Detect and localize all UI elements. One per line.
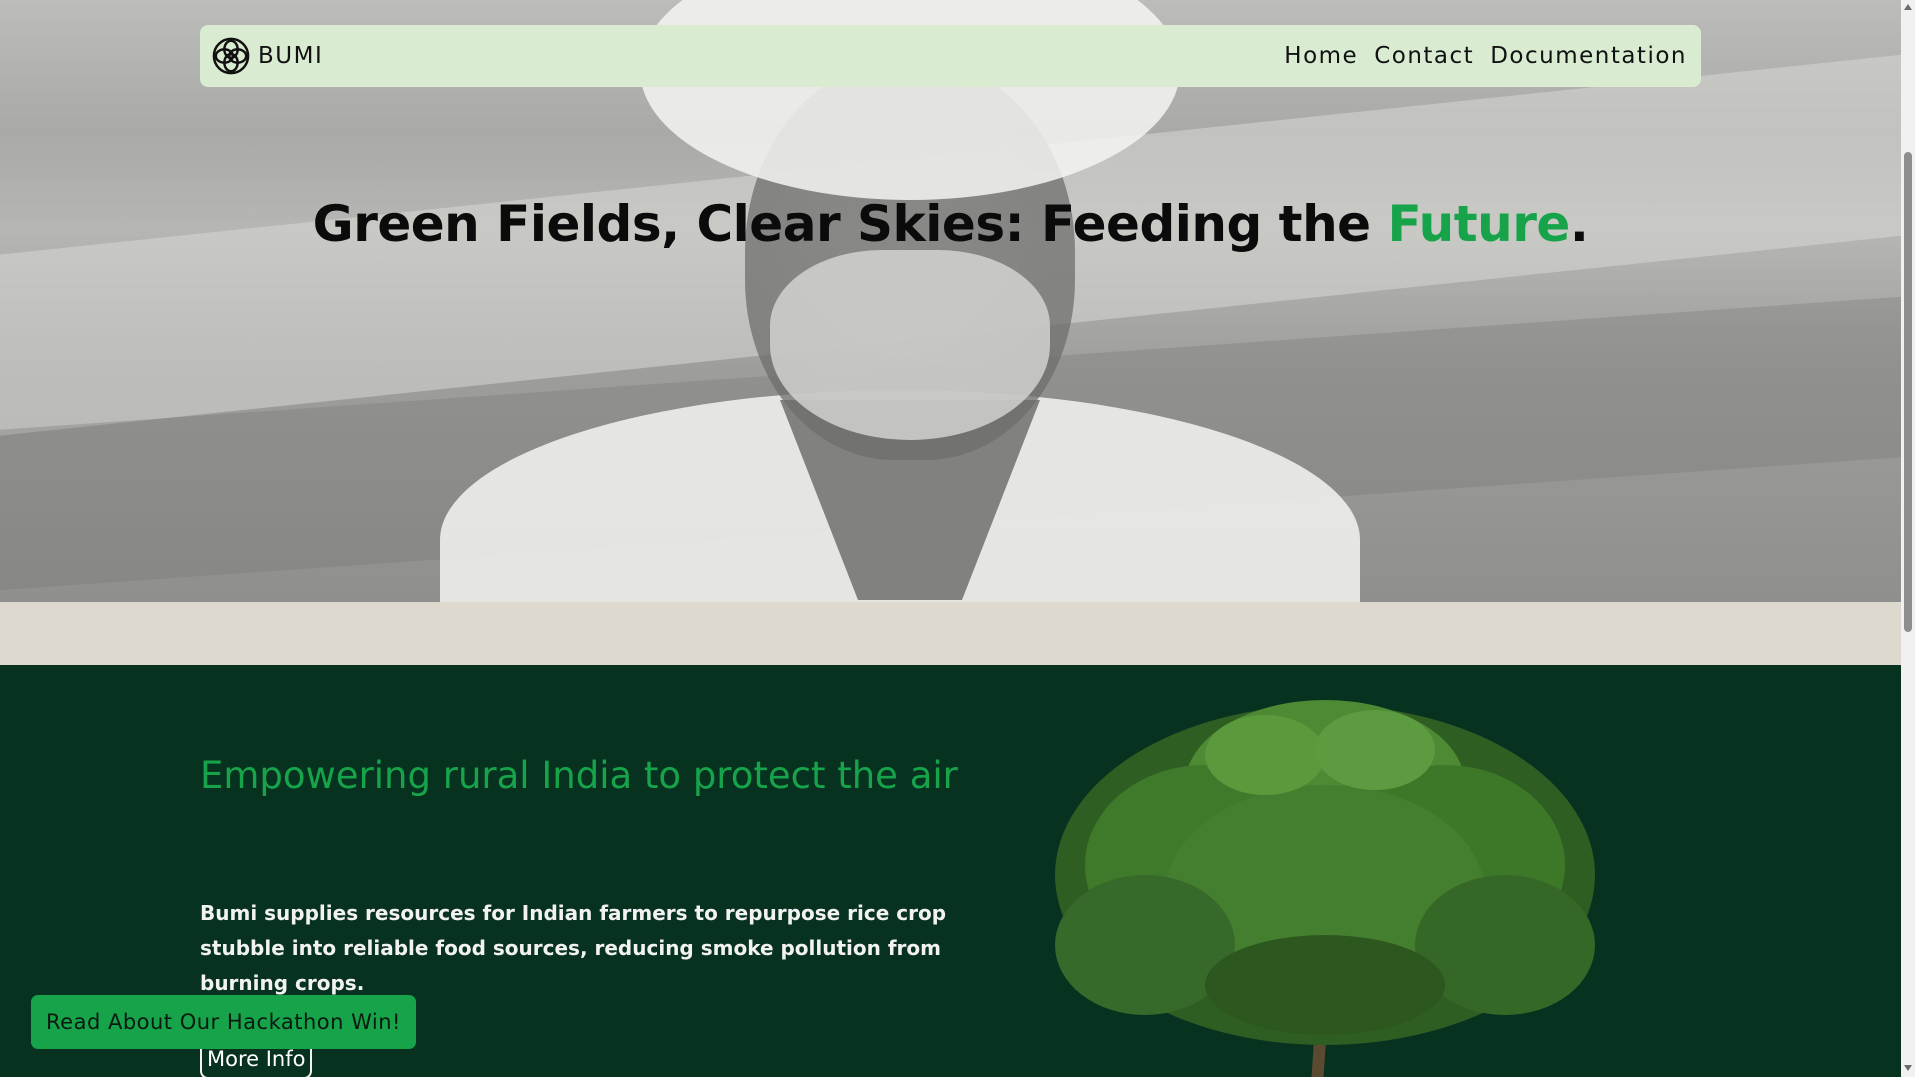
nav-link-home[interactable]: Home [1284, 43, 1358, 69]
hero-title: Green Fields, Clear Skies: Feeding the F… [0, 195, 1901, 253]
scroll-down-arrow-icon[interactable] [1904, 1065, 1912, 1071]
hackathon-win-button[interactable]: Read About Our Hackathon Win! [31, 995, 416, 1049]
bumi-logo-icon [212, 37, 250, 75]
divider-strip [0, 602, 1901, 665]
nav-link-contact[interactable]: Contact [1374, 43, 1474, 69]
page-scrollbar[interactable] [1901, 0, 1915, 1077]
mission-heading: Empowering rural India to protect the ai… [200, 754, 958, 797]
tree-image [1055, 700, 1595, 1077]
hero-title-period: . [1569, 195, 1589, 253]
brand-link[interactable]: BUMI [212, 37, 323, 75]
nav-link-documentation[interactable]: Documentation [1490, 43, 1687, 69]
navbar: BUMI Home Contact Documentation [200, 25, 1701, 87]
hero-title-accent: Future [1387, 195, 1571, 253]
scroll-up-arrow-icon[interactable] [1904, 4, 1912, 10]
scrollbar-thumb[interactable] [1904, 152, 1912, 632]
nav-links: Home Contact Documentation [1284, 43, 1687, 69]
hero-section: BUMI Home Contact Documentation Green Fi… [0, 0, 1901, 602]
tree-canopy [1055, 700, 1595, 1045]
hero-title-main: Green Fields, Clear Skies: Feeding the [312, 195, 1388, 253]
brand-name: BUMI [258, 43, 324, 69]
mission-description: Bumi supplies resources for Indian farme… [200, 901, 947, 995]
hero-photo-beard [770, 250, 1050, 440]
